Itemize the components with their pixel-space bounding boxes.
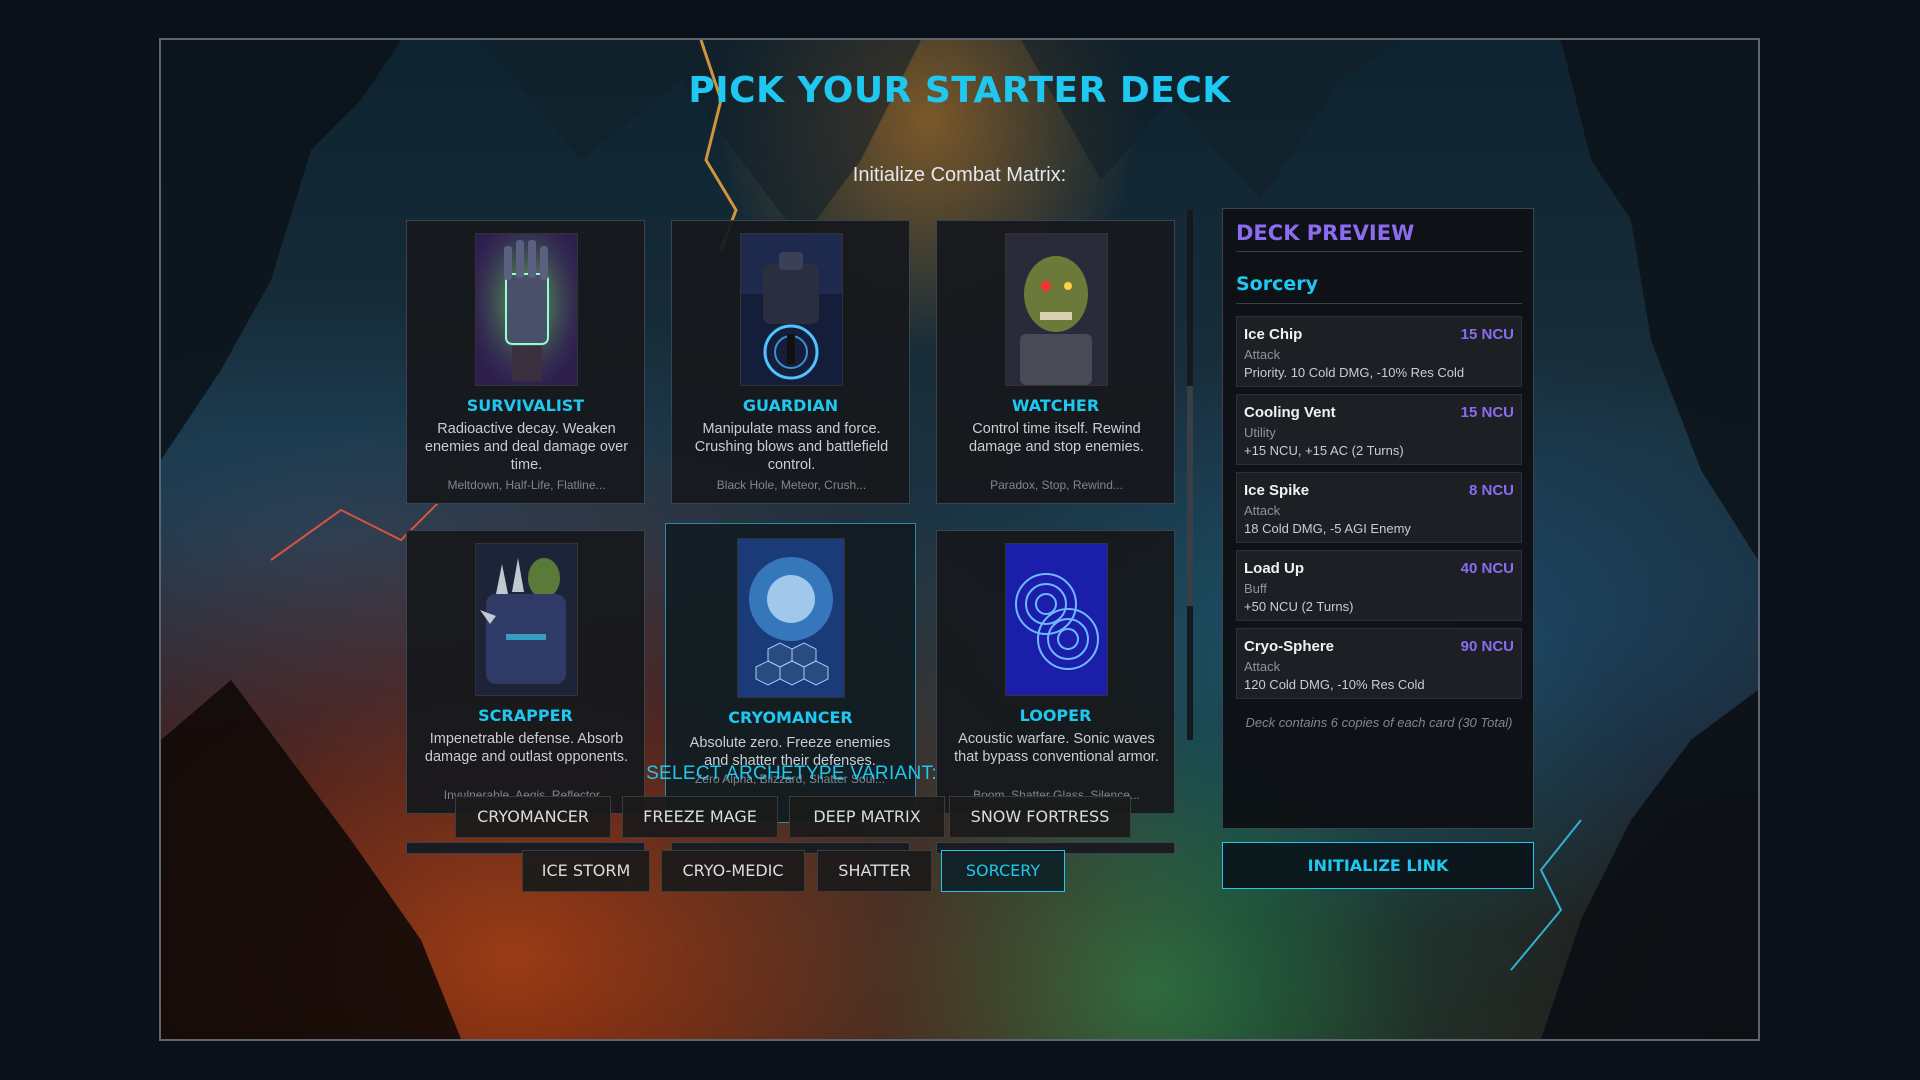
entry-type: Buff: [1244, 581, 1267, 596]
variant-button-sorcery[interactable]: SORCERY: [941, 850, 1065, 892]
card-name: GUARDIAN: [742, 396, 839, 415]
entry-name: Ice Chip: [1244, 326, 1303, 343]
entry-cost: 8 NCU: [1468, 482, 1514, 499]
variant-button-shatter[interactable]: SHATTER: [817, 850, 932, 892]
card-description: Control time itself. Rewind damage and s…: [969, 421, 1144, 455]
guardian-art: [740, 233, 843, 386]
page-title: PICK YOUR STARTER DECK: [688, 70, 1231, 111]
card-name: LOOPER: [1019, 706, 1092, 725]
card-tags: Black Hole, Meteor, Crush...: [716, 478, 867, 492]
cryomancer-art: [737, 538, 845, 698]
card-name: CRYOMANCER: [728, 708, 853, 727]
grid-scrollbar[interactable]: [1187, 210, 1193, 740]
variant-button-cryomancer[interactable]: CRYOMANCER: [455, 796, 611, 838]
card-survivalist[interactable]: SURVIVALIST Radioactive decay. Weaken en…: [406, 220, 645, 504]
variant-button-snow-fortress[interactable]: SNOW FORTRESS: [949, 796, 1131, 838]
scrapper-art: [475, 543, 578, 696]
deck-card-entry[interactable]: Cooling Vent 15 NCU Utility +15 NCU, +15…: [1236, 394, 1522, 465]
entry-effect: +15 NCU, +15 AC (2 Turns): [1244, 443, 1404, 458]
entry-name: Load Up: [1244, 560, 1304, 577]
entry-effect: 120 Cold DMG, -10% Res Cold: [1244, 677, 1425, 692]
variant-button-freeze-mage[interactable]: FREEZE MAGE: [622, 796, 778, 838]
card-tags: Meltdown, Half-Life, Flatline...: [447, 478, 606, 492]
deck-card-entry[interactable]: Cryo-Sphere 90 NCU Attack 120 Cold DMG, …: [1236, 628, 1522, 699]
entry-type: Attack: [1244, 659, 1281, 674]
deck-preview-panel: DECK PREVIEW Sorcery Ice Chip 15 NCU Att…: [1222, 208, 1534, 829]
card-name: WATCHER: [1011, 396, 1100, 415]
deck-card-entry[interactable]: Load Up 40 NCU Buff +50 NCU (2 Turns): [1236, 550, 1522, 621]
page-subtitle: Initialize Combat Matrix:: [852, 164, 1067, 186]
entry-effect: 18 Cold DMG, -5 AGI Enemy: [1244, 521, 1411, 536]
card-description: Acoustic warfare. Sonic waves that bypas…: [954, 731, 1159, 765]
entry-cost: 90 NCU: [1460, 638, 1514, 655]
entry-cost: 15 NCU: [1460, 326, 1514, 343]
entry-type: Utility: [1244, 425, 1276, 440]
entry-name: Cryo-Sphere: [1244, 638, 1335, 655]
variant-button-ice-storm[interactable]: ICE STORM: [522, 850, 650, 892]
card-tags: Paradox, Stop, Rewind...: [990, 478, 1123, 492]
deck-card-entry[interactable]: Ice Chip 15 NCU Attack Priority. 10 Cold…: [1236, 316, 1522, 387]
entry-name: Ice Spike: [1244, 482, 1310, 499]
scrollbar-thumb[interactable]: [1187, 386, 1193, 606]
deck-note: Deck contains 6 copies of each card (30 …: [1245, 715, 1513, 730]
variant-button-cryo-medic[interactable]: CRYO-MEDIC: [661, 850, 805, 892]
deck-preview-heading: DECK PREVIEW: [1236, 221, 1522, 252]
card-name: SURVIVALIST: [466, 396, 585, 415]
entry-type: Attack: [1244, 347, 1281, 362]
card-name: SCRAPPER: [478, 706, 573, 725]
card-description: Radioactive decay. Weaken enemies and de…: [424, 421, 629, 473]
looper-art: [1005, 543, 1108, 696]
entry-cost: 40 NCU: [1460, 560, 1514, 577]
deck-card-entry[interactable]: Ice Spike 8 NCU Attack 18 Cold DMG, -5 A…: [1236, 472, 1522, 543]
card-watcher[interactable]: WATCHER Control time itself. Rewind dama…: [936, 220, 1175, 504]
entry-type: Attack: [1244, 503, 1281, 518]
watcher-art: [1005, 233, 1108, 386]
card-guardian[interactable]: GUARDIAN Manipulate mass and force. Crus…: [671, 220, 910, 504]
deck-name: Sorcery: [1236, 273, 1522, 304]
game-frame: PICK YOUR STARTER DECK Initialize Combat…: [159, 38, 1760, 1041]
card-description: Manipulate mass and force. Crushing blow…: [694, 421, 889, 473]
entry-effect: Priority. 10 Cold DMG, -10% Res Cold: [1244, 365, 1465, 380]
entry-cost: 15 NCU: [1460, 404, 1514, 421]
survivalist-art: [475, 233, 578, 386]
initialize-link-button[interactable]: INITIALIZE LINK: [1222, 842, 1534, 889]
entry-name: Cooling Vent: [1244, 404, 1336, 421]
entry-effect: +50 NCU (2 Turns): [1244, 599, 1354, 614]
card-description: Impenetrable defense. Absorb damage and …: [424, 731, 629, 765]
variant-button-deep-matrix[interactable]: DEEP MATRIX: [789, 796, 945, 838]
